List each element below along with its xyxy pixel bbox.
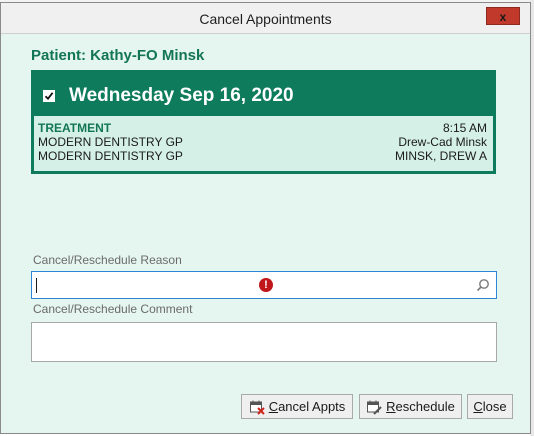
close-mnemonic: C	[473, 399, 483, 414]
appointment-header: Wednesday Sep 16, 2020	[31, 70, 496, 116]
appointment-checkbox[interactable]	[43, 90, 55, 102]
appointment-row-location-1: MODERN DENTISTRY GP Drew-Cad Minsk	[38, 135, 487, 149]
reschedule-label: eschedule	[395, 399, 455, 414]
appointment-provider: Drew-Cad Minsk	[398, 135, 487, 149]
appointment-card: Wednesday Sep 16, 2020 TREATMENT 8:15 AM…	[31, 70, 496, 174]
appointment-location: MODERN DENTISTRY GP	[38, 135, 183, 149]
appointment-location-2: MODERN DENTISTRY GP	[38, 149, 183, 163]
comment-input[interactable]	[31, 322, 497, 362]
appointment-provider-2: MINSK, DREW A	[394, 149, 487, 163]
appointment-time: 8:15 AM	[442, 121, 487, 135]
search-icon[interactable]	[476, 278, 490, 297]
calendar-edit-icon	[366, 399, 382, 415]
close-button[interactable]: Close	[467, 394, 513, 419]
title-bar[interactable]: Cancel Appointments x	[1, 3, 530, 34]
close-window-button[interactable]: x	[486, 7, 520, 25]
window-title: Cancel Appointments	[199, 11, 332, 27]
comment-label: Cancel/Reschedule Comment	[33, 302, 193, 316]
reason-input[interactable]: !	[31, 271, 497, 299]
close-label: lose	[482, 399, 507, 414]
cancel-appts-mnemonic: C	[268, 399, 279, 414]
reason-label: Cancel/Reschedule Reason	[33, 253, 182, 267]
text-caret	[36, 278, 37, 293]
calendar-x-icon	[249, 399, 265, 415]
appointment-date: Wednesday Sep 16, 2020	[69, 85, 294, 106]
checkbox-checked-icon	[44, 92, 54, 101]
appointment-row-location-2: MODERN DENTISTRY GP MINSK, DREW A	[38, 149, 487, 163]
appointment-type: TREATMENT	[38, 121, 112, 135]
cancel-appointments-dialog: Cancel Appointments x Patient: Kathy-FO …	[0, 2, 531, 434]
reschedule-mnemonic: R	[386, 399, 396, 414]
appointment-details: TREATMENT 8:15 AM MODERN DENTISTRY GP Dr…	[34, 116, 493, 171]
reschedule-button[interactable]: Reschedule	[359, 394, 462, 419]
error-icon: !	[259, 278, 273, 292]
cancel-appts-label: ancel Appts	[278, 399, 346, 414]
cancel-appts-button[interactable]: Cancel Appts	[241, 394, 353, 419]
patient-name-label: Patient: Kathy-FO Minsk	[31, 47, 205, 64]
appointment-row-type: TREATMENT 8:15 AM	[38, 121, 487, 135]
